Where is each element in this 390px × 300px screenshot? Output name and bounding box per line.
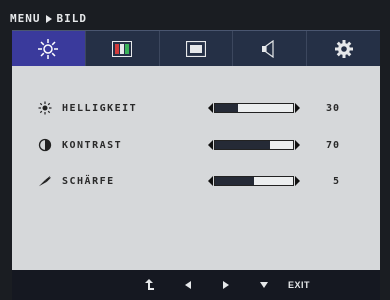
slider-track xyxy=(214,140,294,150)
slider-fill xyxy=(215,104,239,112)
sharpness-slider[interactable] xyxy=(208,176,300,186)
return-button[interactable] xyxy=(142,276,158,294)
right-button[interactable] xyxy=(218,276,234,294)
osd-menu: MENU BILD HELLIGKEIT 30 KONTRAST 70 SCHÄ… xyxy=(0,0,390,300)
sun-icon xyxy=(38,101,52,115)
left-arrow-icon xyxy=(185,281,191,289)
decrease-arrow-icon[interactable] xyxy=(208,176,213,186)
slider-fill xyxy=(215,177,254,185)
screen-icon xyxy=(185,41,206,57)
setting-label: KONTRAST xyxy=(62,139,123,151)
setting-value: 70 xyxy=(325,139,340,151)
setting-value: 5 xyxy=(332,175,340,187)
decrease-arrow-icon[interactable] xyxy=(208,140,213,150)
color-icon xyxy=(112,41,133,57)
slider-track xyxy=(214,176,294,186)
setting-row-contrast[interactable]: KONTRAST 70 xyxy=(12,136,380,154)
return-icon xyxy=(145,279,154,290)
breadcrumb-page: BILD xyxy=(56,12,87,25)
button-guide-bar: EXIT xyxy=(12,270,380,300)
decrease-arrow-icon[interactable] xyxy=(208,103,213,113)
slider-track xyxy=(214,103,294,113)
setting-row-sharpness[interactable]: SCHÄRFE 5 xyxy=(12,172,380,190)
tab-bar xyxy=(12,30,380,67)
increase-arrow-icon[interactable] xyxy=(295,103,300,113)
settings-panel: HELLIGKEIT 30 KONTRAST 70 SCHÄRFE 5 xyxy=(12,66,380,270)
tab-screen[interactable] xyxy=(160,31,234,67)
slider-fill xyxy=(215,141,270,149)
contrast-slider[interactable] xyxy=(208,140,300,150)
sharpness-icon xyxy=(38,174,52,188)
setting-label: SCHÄRFE xyxy=(62,175,115,187)
tab-color[interactable] xyxy=(86,31,160,67)
brightness-slider[interactable] xyxy=(208,103,300,113)
setting-row-brightness[interactable]: HELLIGKEIT 30 xyxy=(12,99,380,117)
tab-audio[interactable] xyxy=(233,31,308,67)
tab-settings[interactable] xyxy=(307,31,380,67)
contrast-icon xyxy=(38,138,52,152)
tab-picture[interactable] xyxy=(12,31,86,67)
left-button[interactable] xyxy=(180,276,196,294)
gear-icon xyxy=(334,40,353,58)
setting-value: 30 xyxy=(325,102,340,114)
setting-label: HELLIGKEIT xyxy=(62,102,138,114)
down-button[interactable] xyxy=(256,276,272,294)
down-arrow-icon xyxy=(260,282,268,288)
exit-button[interactable]: EXIT xyxy=(284,276,314,294)
breadcrumb-menu: MENU xyxy=(10,12,41,25)
right-arrow-icon xyxy=(223,281,229,289)
increase-arrow-icon[interactable] xyxy=(295,140,300,150)
breadcrumb-arrow-icon xyxy=(45,14,52,23)
speaker-icon xyxy=(261,40,274,58)
increase-arrow-icon[interactable] xyxy=(295,176,300,186)
breadcrumb: MENU BILD xyxy=(10,12,87,25)
brightness-icon xyxy=(38,39,59,59)
